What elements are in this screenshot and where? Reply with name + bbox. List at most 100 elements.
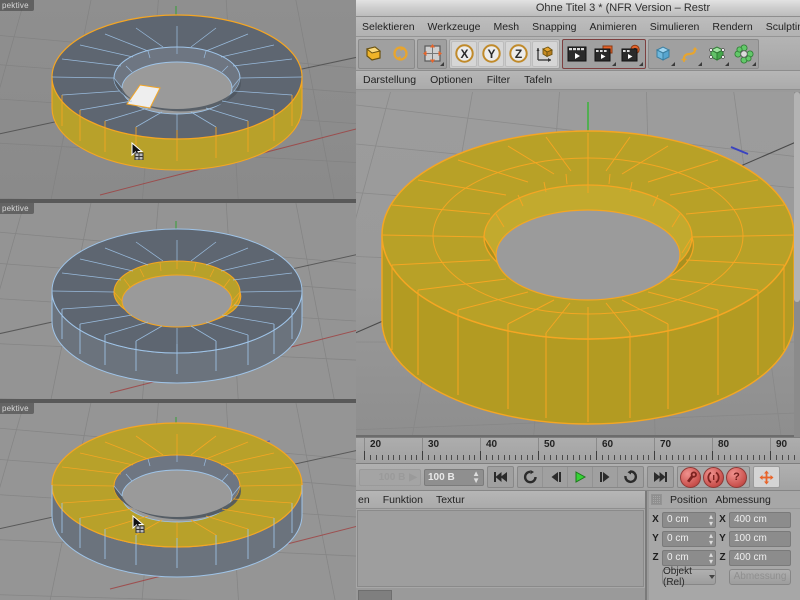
main-menubar: Selektieren Werkzeuge Mesh Snapping Anim…: [356, 17, 800, 37]
cinema4d-application: Ohne Titel 3 * (NFR Version – Restr Sele…: [356, 0, 800, 600]
rotate-tool-icon[interactable]: [387, 41, 413, 67]
axis-lock-y-button[interactable]: Y: [478, 41, 504, 67]
viewport-panel-3[interactable]: pektive: [0, 403, 356, 600]
render-settings-icon[interactable]: [618, 41, 644, 67]
timeline-ruler[interactable]: 20 30 40 50 60 70 80 90: [356, 437, 800, 464]
move-axis-icon[interactable]: [419, 41, 445, 67]
go-to-end-button[interactable]: [648, 467, 673, 487]
coordinate-mode-dropdown[interactable]: Objekt (Rel): [662, 569, 716, 585]
screenshot-root: pektive: [0, 0, 800, 600]
svg-text:X: X: [460, 47, 468, 61]
viewport-scrollbar-track[interactable]: [794, 92, 800, 437]
size-z-input[interactable]: 400 cm: [729, 550, 791, 566]
spline-icon[interactable]: [677, 41, 703, 67]
coordinate-mode-label: Objekt (Rel): [663, 566, 705, 588]
render-region-icon[interactable]: [591, 41, 617, 67]
timeline-tick-label: 30: [428, 439, 439, 450]
viewport-label-2: pektive: [0, 203, 34, 214]
window-titlebar[interactable]: Ohne Titel 3 * (NFR Version – Restr: [356, 0, 800, 17]
panel-tab-handle[interactable]: [358, 590, 392, 600]
apply-size-button[interactable]: Abmessung: [729, 569, 791, 585]
main-toolbar: X Y Z: [356, 37, 800, 71]
object-manager-footer: [356, 588, 645, 600]
polygon-mode-icon[interactable]: [360, 41, 386, 67]
play-button[interactable]: [568, 467, 593, 487]
go-to-start-button[interactable]: [488, 467, 513, 487]
rewind-loop-button[interactable]: [518, 467, 543, 487]
position-z-value: 0 cm: [667, 552, 689, 563]
window-title: Ohne Titel 3 * (NFR Version – Restr: [536, 2, 710, 14]
size-column-label: Abmessung: [715, 494, 770, 506]
ring-mesh-3: [0, 403, 356, 600]
end-frame-stepper-icon[interactable]: ▲▼: [472, 470, 480, 484]
size-z-value: 400 cm: [734, 552, 767, 563]
view-menu-filter[interactable]: Filter: [487, 74, 510, 86]
toolbar-group-primitives: [648, 39, 759, 69]
position-x-input[interactable]: 0 cm ▴▾: [662, 512, 716, 528]
view-menu-tafeln[interactable]: Tafeln: [524, 74, 552, 86]
drag-handle-icon[interactable]: [651, 494, 662, 505]
bottom-panels: en Funktion Textur Position Abmessung X: [356, 491, 800, 600]
menu-item-mesh[interactable]: Mesh: [493, 21, 519, 33]
step-back-button[interactable]: [543, 467, 568, 487]
position-x-value: 0 cm: [667, 514, 689, 525]
om-menu-funktion[interactable]: Funktion: [383, 494, 423, 506]
om-menu-textur[interactable]: Textur: [436, 494, 465, 506]
viewport-panel-2[interactable]: pektive: [0, 203, 356, 403]
menu-item-snapping[interactable]: Snapping: [532, 21, 576, 33]
position-column-label: Position: [670, 494, 707, 506]
ring-mesh-2: [0, 203, 356, 403]
current-frame-field[interactable]: 100 B ▶: [359, 469, 421, 486]
cube-primitive-icon[interactable]: [650, 41, 676, 67]
loop-button[interactable]: [618, 467, 643, 487]
keyframe-help-button[interactable]: ?: [726, 467, 747, 488]
position-y-input[interactable]: 0 cm ▴▾: [662, 531, 716, 547]
nurbs-generator-icon[interactable]: [704, 41, 730, 67]
timeline-tick-label: 20: [370, 439, 381, 450]
position-z-stepper-icon[interactable]: ▴▾: [709, 551, 713, 565]
timeline-tick-label: 90: [776, 439, 787, 450]
ring-mesh-1: [0, 0, 356, 203]
coordinate-row-x: X 0 cm ▴▾ X 400 cm: [649, 511, 800, 528]
render-view-icon[interactable]: [564, 41, 590, 67]
menu-item-werkzeuge[interactable]: Werkzeuge: [428, 21, 481, 33]
menu-item-sculpting[interactable]: Sculpting: [766, 21, 800, 33]
axis-lock-z-button[interactable]: Z: [505, 41, 531, 67]
object-manager-menubar: en Funktion Textur: [356, 491, 645, 509]
timeline-tick-label: 70: [660, 439, 671, 450]
main-3d-viewport[interactable]: [356, 92, 800, 437]
size-y-input[interactable]: 100 cm: [729, 531, 791, 547]
main-viewport-scene: [356, 92, 800, 437]
viewport-label-3: pektive: [0, 403, 34, 414]
deformer-icon[interactable]: [731, 41, 757, 67]
axis-lock-x-button[interactable]: X: [451, 41, 477, 67]
step-forward-button[interactable]: [593, 467, 618, 487]
record-keyframe-button[interactable]: [680, 467, 701, 488]
apply-size-label: Abmessung: [734, 571, 787, 582]
viewport-panel-1[interactable]: pektive: [0, 0, 356, 203]
autokey-button[interactable]: [703, 467, 724, 488]
viewport-scrollbar-thumb[interactable]: [794, 92, 800, 302]
menu-item-animieren[interactable]: Animieren: [590, 21, 637, 33]
view-menu-optionen[interactable]: Optionen: [430, 74, 473, 86]
size-x-input[interactable]: 400 cm: [729, 512, 791, 528]
view-menu-darstellung[interactable]: Darstellung: [363, 74, 416, 86]
menu-item-simulieren[interactable]: Simulieren: [650, 21, 700, 33]
object-world-coordinate-icon[interactable]: [532, 41, 558, 67]
position-y-stepper-icon[interactable]: ▴▾: [709, 532, 713, 546]
menu-item-rendern[interactable]: Rendern: [712, 21, 752, 33]
menu-item-selektieren[interactable]: Selektieren: [362, 21, 415, 33]
playback-group-start: [487, 466, 514, 488]
toolbar-group-modeling: [358, 39, 415, 69]
position-x-stepper-icon[interactable]: ▴▾: [709, 513, 713, 527]
position-axis-label-z: Z: [651, 552, 660, 563]
position-key-icon[interactable]: [754, 467, 779, 487]
position-z-input[interactable]: 0 cm ▴▾: [662, 550, 716, 566]
object-manager-list[interactable]: [357, 510, 644, 587]
coordinate-manager-header: Position Abmessung: [649, 491, 800, 509]
om-menu-overflow[interactable]: en: [358, 494, 370, 506]
svg-text:Y: Y: [487, 47, 495, 61]
end-frame-field[interactable]: 100 B ▲▼: [424, 469, 484, 486]
viewport-label-1: pektive: [0, 0, 34, 11]
size-axis-label-y: Y: [718, 533, 727, 544]
